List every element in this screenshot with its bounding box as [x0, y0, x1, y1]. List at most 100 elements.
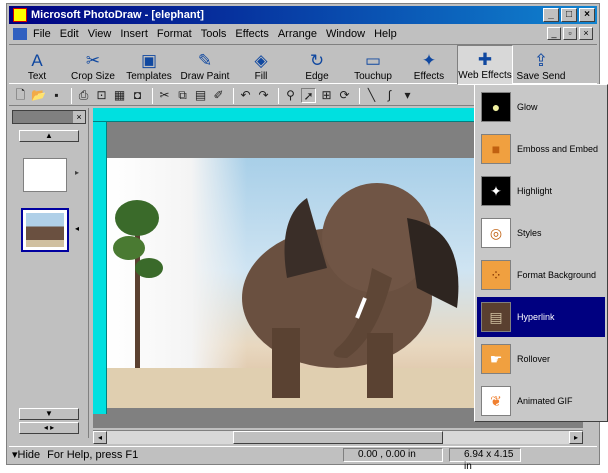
templates-button[interactable]: ▣ Templates [121, 45, 177, 85]
scroll-left-button[interactable]: ◂ [93, 431, 107, 444]
elephant [242, 183, 459, 398]
scroll-thumb[interactable] [233, 431, 443, 444]
minimize-button[interactable]: _ [543, 8, 559, 22]
open-icon[interactable]: 📂 [31, 88, 46, 103]
text-icon: A [31, 51, 43, 70]
doc-close-button[interactable]: × [579, 27, 593, 40]
separator [359, 87, 360, 104]
hyperlink-icon: ▤ [481, 302, 511, 332]
styles-icon: ◎ [481, 218, 511, 248]
acacia-tree [113, 200, 163, 368]
menu-insert[interactable]: Insert [120, 28, 148, 40]
touchup-button[interactable]: ▭ Touchup [345, 45, 401, 85]
camera-icon[interactable]: ◘ [130, 88, 145, 103]
print-icon[interactable]: ⎙ [76, 88, 91, 103]
size-readout: 6.94 x 4.15 in [449, 447, 521, 472]
web-effect-emboss-and-embed[interactable]: ■ Emboss and Embed [477, 129, 605, 169]
close-icon[interactable]: × [73, 111, 85, 123]
menu-help[interactable]: Help [374, 28, 397, 40]
separator [278, 87, 279, 104]
status-help-text: For Help, press F1 [47, 448, 139, 461]
web-effect-glow[interactable]: ● Glow [477, 87, 605, 127]
highlight-icon: ✦ [481, 176, 511, 206]
print-preview-icon[interactable]: ⊡ [94, 88, 109, 103]
menu-effects[interactable]: Effects [235, 28, 268, 40]
effects-button[interactable]: ✦ Effects [401, 45, 457, 85]
rollover-icon: ☛ [481, 344, 511, 374]
picture-list-header: × [12, 110, 86, 124]
redo-icon[interactable]: ↷ [256, 88, 271, 103]
glow-icon: ● [481, 92, 511, 122]
photodraw-app-icon [13, 8, 27, 22]
close-button[interactable]: × [579, 8, 595, 22]
menu-format[interactable]: Format [157, 28, 192, 40]
hide-toggle[interactable]: ▾ Hide [9, 448, 43, 462]
draw-paint-button[interactable]: ✎ Draw Paint [177, 45, 233, 85]
separator [233, 87, 234, 104]
scissors-icon: ✂ [85, 51, 101, 70]
pointer-icon[interactable]: ➚ [301, 88, 316, 103]
visual-menu-toolbar: A Text ✂ Crop Size ▣ Templates ✎ Draw Paint … [9, 44, 597, 85]
web-effect-format-background[interactable]: ⁘ Format Background [477, 255, 605, 295]
fill-button[interactable]: ◈ Fill [233, 45, 289, 85]
web-effect-styles[interactable]: ◎ Styles [477, 213, 605, 253]
undo-icon[interactable]: ↶ [238, 88, 253, 103]
menu-window[interactable]: Window [326, 28, 365, 40]
menu-edit[interactable]: Edit [60, 28, 79, 40]
format-background-icon: ⁘ [481, 260, 511, 290]
menu-bar: File Edit View Insert Format Tools Effec… [9, 26, 597, 42]
web-effect-highlight[interactable]: ✦ Highlight [477, 171, 605, 211]
web-effect-hyperlink[interactable]: ▤ Hyperlink [477, 297, 605, 337]
vertical-ruler [93, 122, 107, 414]
picture-list-pane: × ▲ ▸ ◂ ▼ ◂ ▸ [9, 108, 89, 438]
horizontal-scrollbar[interactable]: ◂ ▸ [93, 430, 583, 444]
animated-gif-icon: ❦ [481, 386, 511, 416]
web-effect-animated-gif[interactable]: ❦ Animated GIF [477, 381, 605, 421]
doc-minimize-button[interactable]: _ [547, 27, 561, 40]
position-readout: 0.00 , 0.00 in [343, 447, 443, 462]
menu-file[interactable]: File [33, 28, 51, 40]
emboss-icon: ■ [481, 134, 511, 164]
menu-arrange[interactable]: Arrange [278, 28, 317, 40]
line-icon[interactable]: ╲ [364, 88, 379, 103]
picture-thumbnail-blank[interactable] [23, 158, 67, 192]
new-icon[interactable]: 🗋 [13, 88, 28, 103]
crop-size-button[interactable]: ✂ Crop Size [65, 45, 121, 85]
dropdown-arrow-icon[interactable]: ▾ [400, 88, 415, 103]
menu-view[interactable]: View [88, 28, 112, 40]
maximize-button[interactable]: □ [561, 8, 577, 22]
picture-list-scroll-down[interactable]: ▼ [19, 408, 79, 420]
picture-list-nav-buttons[interactable]: ◂ ▸ [19, 422, 79, 434]
rotate-icon[interactable]: ⟳ [337, 88, 352, 103]
document-menu-icon[interactable] [13, 28, 27, 40]
web-effects-button[interactable]: ✚ Web Effects [457, 45, 513, 85]
picture-list-scroll-up[interactable]: ▲ [19, 130, 79, 142]
save-send-icon: ⇪ [533, 51, 549, 70]
save-send-button[interactable]: ⇪ Save Send [513, 45, 569, 85]
separator [71, 87, 72, 104]
paste-icon[interactable]: ▤ [193, 88, 208, 103]
save-icon[interactable]: ▪ [49, 88, 64, 103]
chevron-left-icon: ◂ [75, 224, 80, 233]
scan-icon[interactable]: ▦ [112, 88, 127, 103]
doc-restore-button[interactable]: ▫ [563, 27, 577, 40]
picture-thumbnail-elephant[interactable] [21, 208, 69, 252]
effects-icon: ✦ [421, 51, 437, 70]
elephant-scene [107, 183, 507, 408]
curve-icon[interactable]: ∫ [382, 88, 397, 103]
ground [107, 368, 507, 408]
text-button[interactable]: A Text [9, 45, 65, 85]
copy-icon[interactable]: ⧉ [175, 88, 190, 103]
zoom-icon[interactable]: ⚲ [283, 88, 298, 103]
cut-icon[interactable]: ✂ [157, 88, 172, 103]
crop-tool-icon[interactable]: ⊞ [319, 88, 334, 103]
edge-button[interactable]: ↻ Edge [289, 45, 345, 85]
web-effect-rollover[interactable]: ☛ Rollover [477, 339, 605, 379]
menu-tools[interactable]: Tools [201, 28, 227, 40]
elephant-picture[interactable] [107, 158, 507, 408]
scroll-right-button[interactable]: ▸ [569, 431, 583, 444]
touchup-icon: ▭ [364, 51, 382, 70]
format-painter-icon[interactable]: ✐ [211, 88, 226, 103]
title-bar: Microsoft PhotoDraw - [elephant] _ □ × [9, 6, 597, 24]
window-title: Microsoft PhotoDraw - [elephant] [31, 9, 204, 21]
